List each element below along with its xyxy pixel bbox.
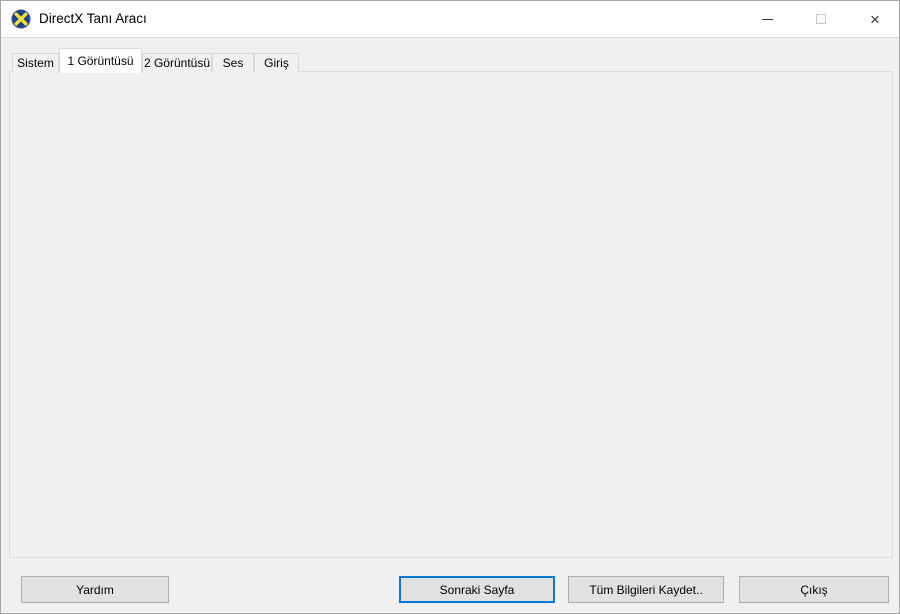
- tab-label: 1 Görüntüsü: [67, 54, 133, 68]
- window-title: DirectX Tanı Aracı: [39, 11, 147, 26]
- tab-label: Ses: [223, 56, 244, 70]
- minimize-button[interactable]: [746, 1, 788, 37]
- tab-display-1[interactable]: 1 Görüntüsü: [59, 48, 142, 73]
- help-button[interactable]: Yardım: [21, 576, 169, 603]
- close-button[interactable]: ×: [853, 1, 897, 37]
- help-button-label: Yardım: [76, 583, 114, 597]
- directx-logo-icon: [11, 9, 31, 29]
- tab-sound[interactable]: Ses: [212, 53, 254, 72]
- tab-label: Giriş: [264, 56, 289, 70]
- dxdiag-window: DirectX Tanı Aracı × Sistem 1 Görüntüsü …: [0, 0, 900, 614]
- exit-button[interactable]: Çıkış: [739, 576, 889, 603]
- tab-display-2[interactable]: 2 Görüntüsü: [142, 53, 212, 72]
- maximize-icon: [816, 14, 826, 24]
- tab-page: [9, 71, 893, 558]
- minimize-icon: [762, 19, 773, 20]
- exit-button-label: Çıkış: [800, 583, 827, 597]
- next-page-button-label: Sonraki Sayfa: [440, 583, 515, 597]
- tab-sistem[interactable]: Sistem: [12, 53, 59, 72]
- tab-input[interactable]: Giriş: [254, 53, 299, 72]
- close-icon: ×: [870, 11, 880, 28]
- tab-label: 2 Görüntüsü: [144, 56, 210, 70]
- save-all-information-button[interactable]: Tüm Bilgileri Kaydet..: [568, 576, 724, 603]
- save-all-information-button-label: Tüm Bilgileri Kaydet..: [589, 583, 702, 597]
- next-page-button[interactable]: Sonraki Sayfa: [399, 576, 555, 603]
- tab-label: Sistem: [17, 56, 54, 70]
- title-bar: DirectX Tanı Aracı ×: [1, 1, 899, 38]
- maximize-button: [800, 1, 842, 37]
